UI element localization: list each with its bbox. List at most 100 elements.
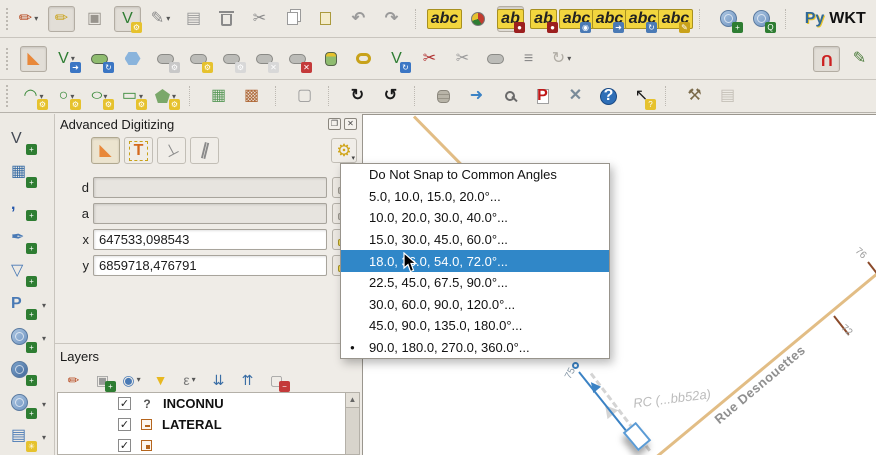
manage-visibility-icon[interactable]: ◉▾ — [119, 368, 144, 391]
whats-this-icon[interactable]: ↖? — [628, 83, 655, 109]
add-feature-icon[interactable]: V⚙ — [114, 6, 141, 32]
undo-icon[interactable]: ↶ — [345, 6, 372, 32]
menu-item-90[interactable]: ● 90.0, 180.0, 270.0, 360.0°... — [341, 337, 609, 359]
open-layer-styling-icon[interactable]: ✏ — [61, 368, 86, 391]
add-wfs-layer-icon[interactable]: +▾ — [4, 387, 50, 418]
python-console-icon[interactable]: Py — [801, 6, 828, 32]
add-postgis-layer-icon[interactable]: P+▾ — [4, 288, 50, 319]
float-panel-icon[interactable]: ❐ — [328, 118, 341, 130]
save-edits-icon[interactable]: ▣ — [81, 6, 108, 32]
rotate-label-icon[interactable]: abc↻ — [629, 6, 656, 32]
modify-attributes-icon[interactable]: ✎▾ — [147, 6, 174, 32]
toolbar-grip[interactable] — [6, 48, 13, 70]
split-parts-icon[interactable]: ✂ — [449, 46, 476, 72]
wkt-plugin-icon[interactable]: WKT — [834, 6, 861, 32]
rotate-feature-icon[interactable] — [119, 46, 146, 72]
topological-editing-icon[interactable]: ✎ — [846, 46, 873, 72]
cad-field-input[interactable] — [93, 203, 327, 224]
menu-item-5[interactable]: 5.0, 10.0, 15.0, 20.0°... — [341, 186, 609, 208]
draw-ellipse-icon[interactable]: ○⚙▾ — [86, 83, 113, 109]
snapping-options-icon[interactable]: U — [813, 46, 840, 72]
delete-part-icon[interactable] — [317, 46, 344, 72]
diagram-icon[interactable] — [464, 6, 491, 32]
add-delimited-text-icon[interactable]: ,+ — [4, 189, 50, 220]
add-spatialite-layer-icon[interactable]: ✒+ — [4, 222, 50, 253]
add-group-icon[interactable]: ▣+ — [90, 368, 115, 391]
pin-labels-icon[interactable]: ab● — [497, 6, 524, 32]
remove-layer-icon[interactable]: ▢− — [264, 368, 289, 391]
reshape-features-icon[interactable]: V↻ — [383, 46, 410, 72]
circular-string-icon[interactable]: ◠⚙▾ — [20, 83, 47, 109]
add-virtual-layer-icon[interactable]: ▤✳▾ — [4, 420, 50, 451]
move-label-icon[interactable]: abc➜ — [596, 6, 623, 32]
menu-item-22[interactable]: 22.5, 45.0, 67.5, 90.0°... — [341, 272, 609, 294]
offset-curve-icon[interactable] — [350, 46, 377, 72]
georeferencer-icon[interactable]: ▦ — [205, 83, 232, 109]
perpendicular-button[interactable]: ⊥ — [157, 137, 186, 164]
cad-field-input[interactable] — [93, 177, 327, 198]
add-vector-layer-icon[interactable]: V+ — [4, 123, 50, 154]
options-tools-icon[interactable]: ✕ — [562, 83, 589, 109]
paste-features-icon[interactable] — [312, 6, 339, 32]
metasearch-new-icon[interactable]: + — [715, 6, 742, 32]
move-feature-icon[interactable]: ↻ — [86, 46, 113, 72]
search-icon[interactable] — [496, 83, 523, 109]
menu-item-no-snap[interactable]: Do Not Snap to Common Angles — [341, 164, 609, 186]
refresh-clockwise-icon[interactable]: ↻ — [344, 83, 371, 109]
enable-cad-tools-button[interactable]: ◣ — [91, 137, 120, 164]
cut-features-icon[interactable]: ✂ — [246, 6, 273, 32]
construction-mode-button[interactable]: T — [124, 137, 153, 164]
layer-item-lateral[interactable]: ✓ LATERAL — [58, 414, 359, 435]
toolbar-grip[interactable] — [6, 8, 8, 30]
simplify-feature-icon[interactable]: ⚙ — [152, 46, 179, 72]
layer-checkbox[interactable]: ✓ — [118, 397, 131, 410]
forward-arrow-icon[interactable]: ➜ — [463, 83, 490, 109]
parallel-button[interactable]: ∥ — [190, 137, 219, 164]
rotate-point-symbols-icon[interactable]: ↻▾ — [548, 46, 575, 72]
toolbar-grip[interactable] — [6, 85, 13, 107]
processing-tools-icon[interactable]: ⚒ — [681, 83, 708, 109]
close-panel-icon[interactable]: ✕ — [344, 118, 357, 130]
toggle-editing-icon[interactable]: ✏ — [48, 6, 75, 32]
layer-item-inconnu[interactable]: ✓ ? INCONNU — [58, 393, 359, 414]
add-wms-layer-icon[interactable]: +▾ — [4, 321, 50, 352]
help-icon[interactable]: ? — [595, 83, 622, 109]
filter-legend-icon[interactable]: ▼ — [148, 368, 173, 391]
plugin-green-icon[interactable]: ● — [867, 6, 876, 32]
scroll-up-icon[interactable]: ▲ — [346, 393, 359, 408]
layer-item-unnamed[interactable]: ✓ — [58, 435, 359, 455]
split-features-icon[interactable]: ✂ — [416, 46, 443, 72]
layer-checkbox[interactable]: ✓ — [118, 439, 131, 452]
highlight-pinned-labels-icon[interactable]: ab● — [530, 6, 557, 32]
export-pdf-icon[interactable]: P — [529, 83, 556, 109]
change-label-icon[interactable]: abc✎ — [662, 6, 689, 32]
menu-item-15[interactable]: 15.0, 30.0, 45.0, 60.0°... — [341, 229, 609, 251]
print-composer-icon[interactable]: ▤ — [714, 83, 741, 109]
draw-circle-icon[interactable]: ○⚙▾ — [53, 83, 80, 109]
expression-filter-icon[interactable]: ε▾ — [177, 368, 202, 391]
draw-rectangle-icon[interactable]: ▭⚙▾ — [119, 83, 146, 109]
collapse-all-icon[interactable]: ⇈ — [235, 368, 260, 391]
merge-features-icon[interactable] — [482, 46, 509, 72]
add-raster-layer-icon[interactable]: ▦+ — [4, 156, 50, 187]
menu-item-30[interactable]: 30.0, 60.0, 90.0, 120.0°... — [341, 294, 609, 316]
copy-features-icon[interactable] — [279, 6, 306, 32]
current-edits-icon[interactable]: ✏▾ — [15, 6, 42, 32]
snap-to-common-angles-button[interactable]: ⚙ ▾ — [331, 138, 357, 163]
menu-item-10[interactable]: 10.0, 20.0, 30.0, 40.0°... — [341, 207, 609, 229]
delete-ring-icon[interactable]: ✕ — [284, 46, 311, 72]
database-icon[interactable] — [430, 83, 457, 109]
merge-attributes-icon[interactable]: ≡ — [515, 46, 542, 72]
menu-item-45[interactable]: 45.0, 90.0, 135.0, 180.0°... — [341, 315, 609, 337]
layer-checkbox[interactable]: ✓ — [118, 418, 131, 431]
edit-table-icon[interactable]: ▤ — [180, 6, 207, 32]
label-toolbar-icon[interactable]: abc — [431, 6, 458, 32]
add-wcs-layer-icon[interactable]: + — [4, 354, 50, 385]
add-ring-icon[interactable]: ⚙ — [185, 46, 212, 72]
delete-selected-icon[interactable] — [213, 6, 240, 32]
cad-field-input[interactable]: 6859718,476791 — [93, 255, 327, 276]
draw-regular-polygon-icon[interactable]: ⚙▾ — [152, 83, 179, 109]
cad-field-input[interactable]: 647533,098543 — [93, 229, 327, 250]
redo-icon[interactable]: ↷ — [378, 6, 405, 32]
expand-all-icon[interactable]: ⇊ — [206, 368, 231, 391]
